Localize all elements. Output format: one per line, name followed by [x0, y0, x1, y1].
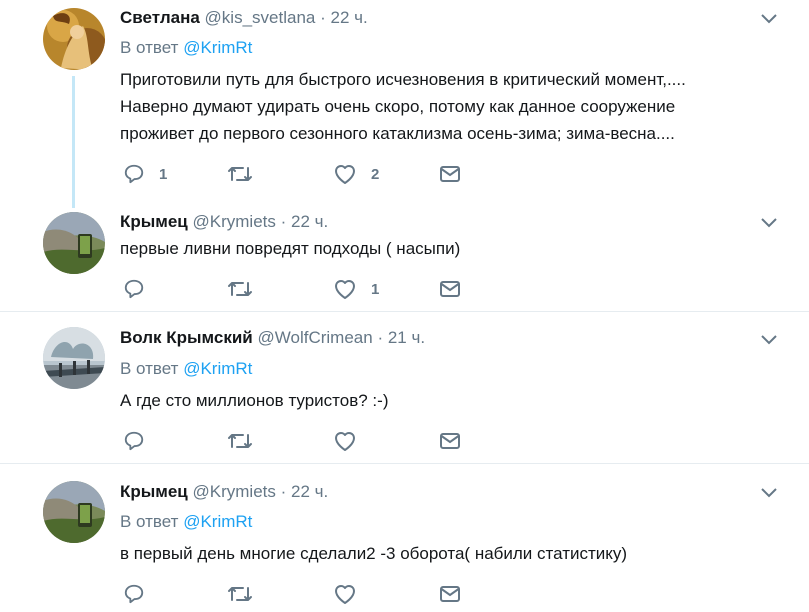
heart-icon: [335, 432, 355, 451]
reply-button[interactable]: [123, 581, 159, 607]
reply-context: В ответ @KrimRt: [120, 512, 252, 532]
timestamp[interactable]: 22 ч.: [331, 8, 368, 27]
retweet-button[interactable]: [227, 428, 267, 454]
display-name[interactable]: Крымец: [120, 212, 188, 231]
reply-icon: [124, 279, 144, 299]
timestamp[interactable]: 22 ч.: [291, 212, 328, 231]
reply-context: В ответ @KrimRt: [120, 38, 252, 58]
like-button[interactable]: [333, 428, 371, 454]
retweet-button[interactable]: [227, 276, 267, 302]
heart-icon: [335, 280, 355, 299]
reply-button[interactable]: [123, 276, 159, 302]
reply-mention-link[interactable]: @KrimRt: [183, 359, 252, 378]
tweet-text: Приготовили путь для быстрого исчезновен…: [120, 66, 780, 147]
reply-count: 1: [159, 165, 168, 183]
tweet-3[interactable]: Волк Крымский @WolfCrimean · 21 ч. В отв…: [0, 312, 809, 464]
separator-dot: ·: [377, 328, 384, 347]
reply-icon: [124, 584, 144, 604]
tweet-text-line: А где сто миллионов туристов? :-): [120, 391, 389, 410]
user-handle[interactable]: @WolfCrimean: [258, 328, 373, 347]
tweet-header: Крымец @Krymiets · 22 ч.: [120, 482, 328, 502]
separator-dot: ·: [320, 8, 326, 27]
direct-message-button[interactable]: [439, 276, 461, 302]
envelope-icon: [440, 281, 460, 297]
user-handle[interactable]: @Krymiets: [193, 482, 276, 501]
direct-message-button[interactable]: [439, 161, 461, 187]
tweet-text-line: проживет до первого сезонного катаклизма…: [120, 124, 675, 143]
like-button[interactable]: 2: [333, 161, 379, 187]
tweet-4[interactable]: Крымец @Krymiets · 22 ч. В ответ @KrimRt…: [0, 464, 809, 612]
display-name[interactable]: Волк Крымский: [120, 328, 253, 347]
retweet-icon: [228, 167, 252, 181]
reply-prefix: В ответ: [120, 512, 179, 531]
tweet-text-line: первые ливни повредят подходы ( насыпи): [120, 239, 461, 258]
tweet-actions: [120, 428, 540, 454]
like-count: 2: [371, 165, 380, 183]
heart-icon: [335, 165, 355, 184]
tweet-header: Светлана @kis_svetlana · 22 ч.: [120, 8, 368, 28]
tweet-actions: [120, 581, 540, 607]
tweet-header: Крымец @Krymiets · 22 ч.: [120, 212, 328, 232]
reply-mention-link[interactable]: @KrimRt: [183, 38, 252, 57]
chevron-down-icon[interactable]: [760, 487, 778, 499]
heart-icon: [335, 585, 355, 604]
chevron-down-icon[interactable]: [760, 13, 778, 25]
avatar[interactable]: [43, 8, 105, 70]
reply-prefix: В ответ: [120, 38, 179, 57]
like-count: 1: [371, 280, 380, 298]
tweet-text: А где сто миллионов туристов? :-): [120, 387, 780, 414]
retweet-icon: [228, 587, 252, 601]
retweet-icon: [228, 282, 252, 296]
like-button[interactable]: [333, 581, 371, 607]
direct-message-button[interactable]: [439, 581, 461, 607]
tweet-actions: 1: [120, 276, 540, 302]
reply-context: В ответ @KrimRt: [120, 359, 252, 379]
tweet-2[interactable]: Крымец @Krymiets · 22 ч. первые ливни по…: [0, 200, 809, 312]
tweet-1[interactable]: Светлана @kis_svetlana · 22 ч. В ответ @…: [0, 0, 809, 200]
reply-mention-link[interactable]: @KrimRt: [183, 512, 252, 531]
retweet-button[interactable]: [227, 161, 267, 187]
reply-prefix: В ответ: [120, 359, 179, 378]
direct-message-button[interactable]: [439, 428, 461, 454]
reply-button[interactable]: 1: [123, 161, 167, 187]
separator-dot: ·: [280, 212, 287, 231]
avatar[interactable]: [43, 212, 105, 274]
reply-icon: [124, 431, 144, 451]
tweet-text-line: Приготовили путь для быстрого исчезновен…: [120, 70, 686, 89]
chevron-down-icon[interactable]: [760, 334, 778, 346]
timestamp[interactable]: 21 ч.: [388, 328, 425, 347]
tweet-header: Волк Крымский @WolfCrimean · 21 ч.: [120, 328, 425, 348]
tweet-text-line: в первый день многие сделали2 -3 оборота…: [120, 544, 628, 563]
separator-dot: ·: [280, 482, 287, 501]
user-handle[interactable]: @kis_svetlana: [205, 8, 316, 27]
timestamp[interactable]: 22 ч.: [291, 482, 328, 501]
envelope-icon: [440, 586, 460, 602]
display-name[interactable]: Светлана: [120, 8, 200, 27]
retweet-icon: [228, 434, 252, 448]
avatar[interactable]: [43, 327, 105, 389]
retweet-button[interactable]: [227, 581, 267, 607]
tweet-text-line: Наверно думают удирать очень скоро, пото…: [120, 97, 676, 116]
tweet-text: в первый день многие сделали2 -3 оборота…: [120, 540, 780, 567]
chevron-down-icon[interactable]: [760, 217, 778, 229]
display-name[interactable]: Крымец: [120, 482, 188, 501]
envelope-icon: [440, 166, 460, 182]
envelope-icon: [440, 433, 460, 449]
avatar[interactable]: [43, 481, 105, 543]
user-handle[interactable]: @Krymiets: [193, 212, 276, 231]
tweet-actions: 1 2: [120, 161, 540, 187]
tweet-text: первые ливни повредят подходы ( насыпи): [120, 235, 780, 262]
reply-icon: [124, 164, 144, 184]
like-button[interactable]: 1: [333, 276, 379, 302]
reply-button[interactable]: [123, 428, 159, 454]
